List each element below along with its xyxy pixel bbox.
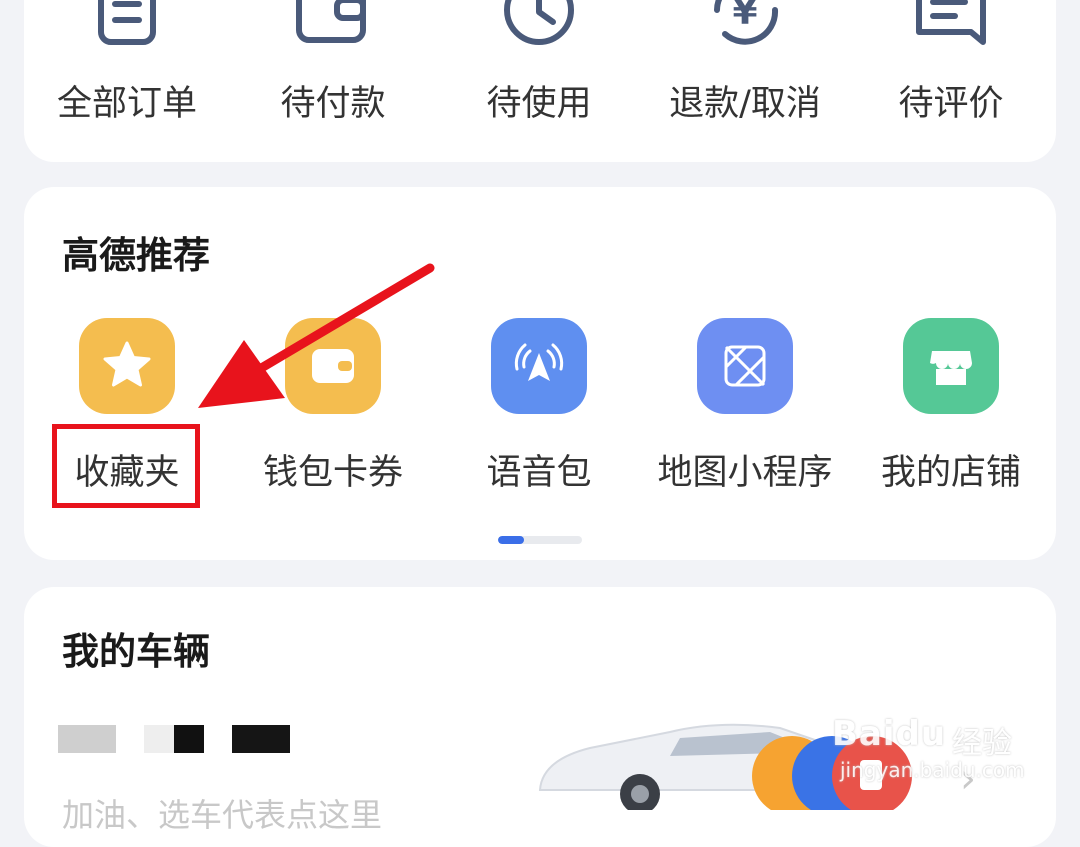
rec-shop-label: 我的店铺 [880,453,1021,493]
order-all-label: 全部订单 [56,84,197,124]
vehicle-plate-blur [174,725,204,753]
watermark-brand: Baidu [832,714,947,754]
star-icon [79,318,175,414]
highlight-box [52,424,200,508]
svg-text:¥: ¥ [732,0,757,33]
rec-voice-label: 语音包 [486,453,592,493]
order-unpaid-label: 待付款 [280,84,386,124]
rec-miniprogram-label: 地图小程序 [657,453,833,493]
recommend-title: 高德推荐 [62,234,210,277]
vehicle-plate-blur [232,725,290,753]
order-list-icon [87,0,167,60]
wallet-icon [293,0,373,60]
clock-icon [499,0,579,60]
comment-icon [911,0,991,60]
wallet-card-icon [285,318,381,414]
watermark-url: jingyan.baidu.com [840,758,1025,782]
vehicles-subtitle: 加油、选车代表点这里 [62,796,383,834]
order-unused-label: 待使用 [486,84,592,124]
page-indicator-active [498,536,524,544]
voice-navigation-icon [491,318,587,414]
watermark-cn: 经验 [952,726,1012,761]
vehicle-plate-blur [58,725,116,753]
order-refund-label: 退款/取消 [669,84,821,124]
rec-wallet-label: 钱包卡券 [262,453,403,493]
orders-card: 全部订单 待付款 待使用 ¥ 退款/取消 待评价 [24,0,1056,162]
watermark: Baidu 经验 jingyan.baidu.com [822,700,1062,790]
order-review-label: 待评价 [898,84,1004,124]
vehicles-title: 我的车辆 [62,630,210,673]
refund-yuan-icon: ¥ [705,0,785,60]
map-miniprogram-icon [697,318,793,414]
page-indicator [498,536,582,544]
vehicle-plate-blur [144,725,174,753]
shop-icon [903,318,999,414]
